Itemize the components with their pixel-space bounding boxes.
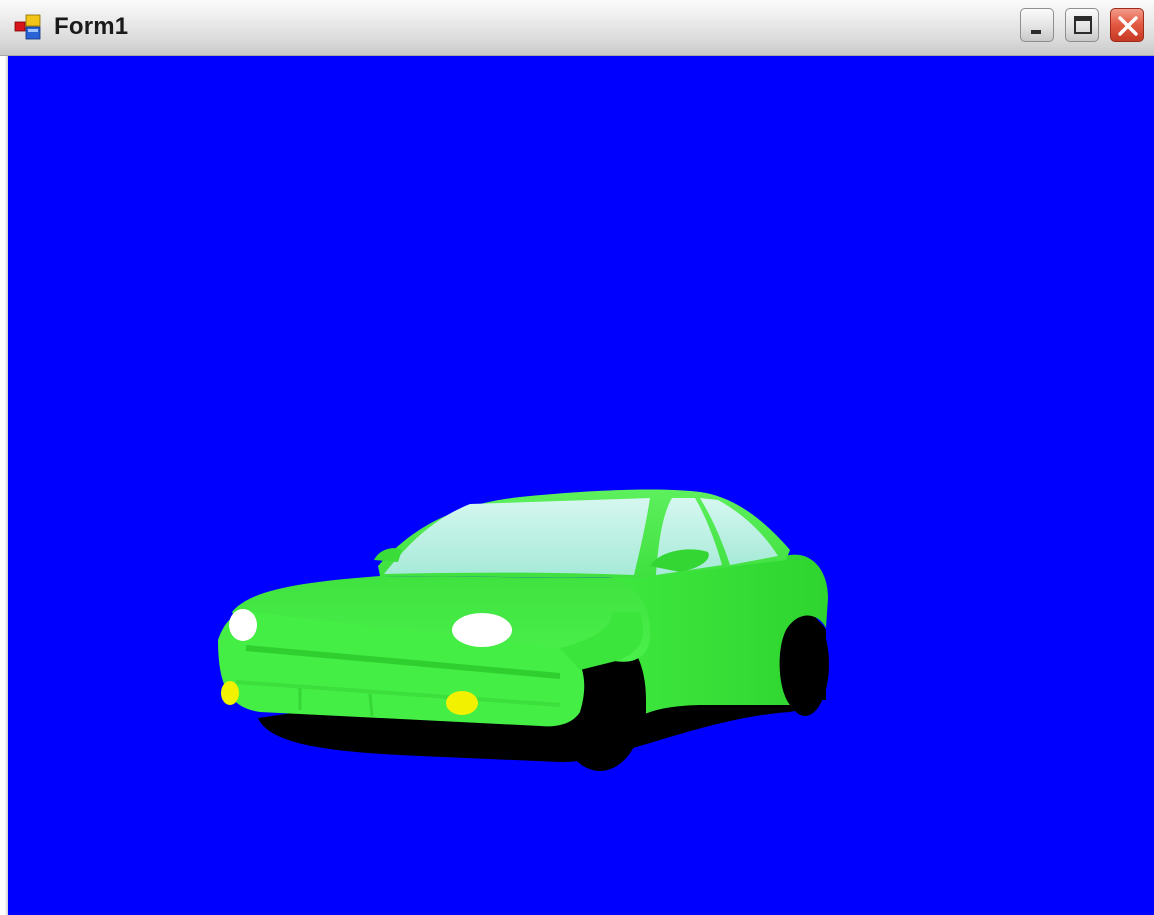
right-foglight	[446, 691, 478, 715]
left-foglight	[221, 681, 239, 705]
render-viewport[interactable]	[8, 56, 1154, 915]
left-headlight	[229, 609, 257, 641]
title-bar[interactable]: Form1	[0, 0, 1154, 56]
maximize-button[interactable]	[1065, 8, 1099, 42]
right-headlight	[452, 613, 512, 647]
window-title: Form1	[54, 13, 129, 40]
close-button[interactable]	[1110, 8, 1144, 42]
minimize-icon	[1031, 30, 1041, 34]
form1-window: Form1	[0, 0, 1154, 915]
maximize-icon	[1074, 16, 1092, 34]
form-app-icon[interactable]	[14, 14, 42, 40]
car-windshield	[384, 498, 650, 575]
minimize-button[interactable]	[1020, 8, 1054, 42]
close-icon	[1118, 16, 1138, 36]
car-render-scene	[218, 489, 829, 771]
window-left-border	[0, 56, 8, 915]
